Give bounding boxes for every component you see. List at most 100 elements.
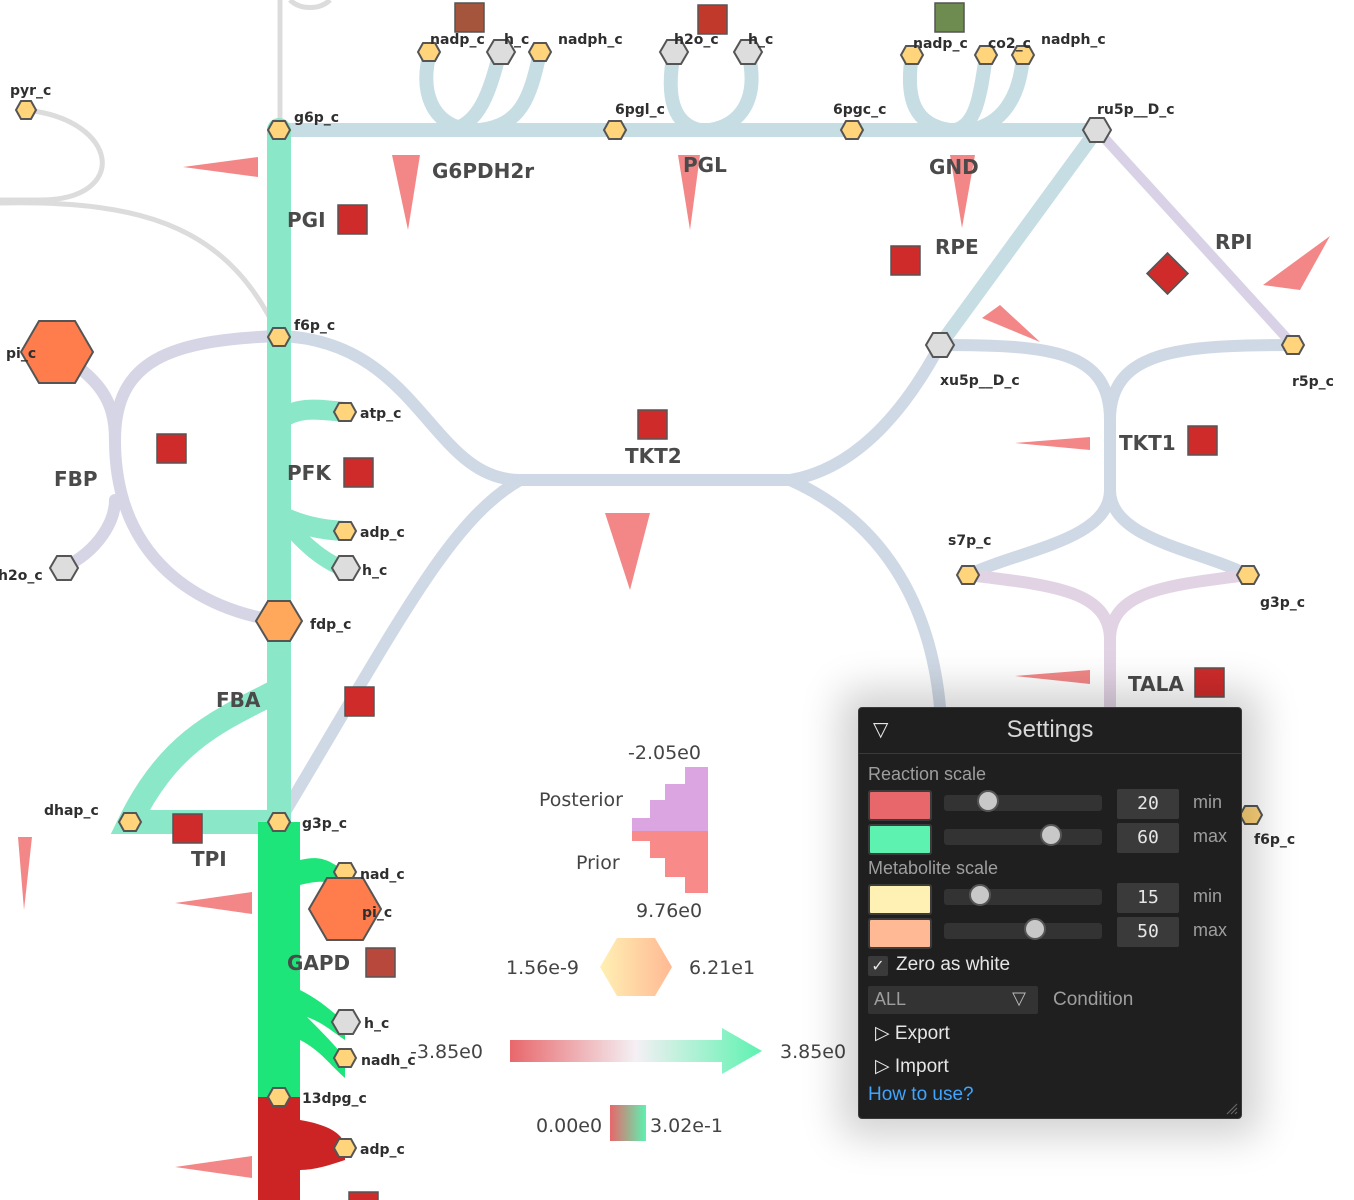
node-pyr_c[interactable] [14,100,38,120]
legend-hist-bottom: 9.76e0 [636,900,702,922]
metabolite-min-slider-knob[interactable] [968,884,991,906]
marker-RPE[interactable] [890,245,921,276]
legend-cv-bar [610,1105,646,1141]
marker-RPI[interactable] [1145,251,1190,296]
label-FBA[interactable]: FBA [216,688,261,712]
node-h2o_c[interactable] [48,555,80,581]
legend-cv-min: 0.00e0 [536,1115,602,1137]
label-GND[interactable]: GND [929,155,979,179]
metabolite-max-slider[interactable] [944,918,1102,940]
marker-TKT1[interactable] [1187,425,1218,456]
node-g3p_c_right[interactable] [1235,565,1261,585]
node-atp_c[interactable] [332,402,358,422]
node-fdp_c[interactable] [254,600,304,642]
condition-label: Condition [1053,989,1134,1010]
metabolite-min-color-swatch[interactable] [868,884,932,915]
reaction-min-slider-knob[interactable] [976,790,999,812]
node-g6p_c[interactable] [266,120,292,140]
marker-G6PDH2r[interactable] [454,2,485,33]
node-adp_c[interactable] [332,521,358,541]
reaction-min-color-swatch[interactable] [868,790,932,821]
reaction-min-row: 20 min [867,788,1237,822]
metabolite-max-slider-knob[interactable] [1024,918,1046,940]
reaction-min-slider[interactable] [944,790,1102,812]
label-co2_c: co2_c [988,36,1031,52]
marker-PFK[interactable] [343,457,374,488]
node-6pgc_c[interactable] [839,120,865,140]
import-tree-node[interactable]: ▷ Import [875,1055,949,1078]
label-g3p_c_right: g3p_c [1260,595,1305,611]
label-pyr_c: pyr_c [10,83,51,99]
settings-title: Settings [1006,716,1094,743]
checkmark-icon[interactable]: ✓ [868,956,888,976]
label-TKT1[interactable]: TKT1 [1119,431,1176,455]
reaction-min-label: min [1193,792,1223,812]
marker-TKT2[interactable] [637,409,668,440]
marker-GAPD[interactable] [365,947,396,978]
label-r5p_c: r5p_c [1292,374,1334,390]
edge-RPI [1093,126,1297,349]
label-RPI[interactable]: RPI [1215,230,1253,254]
resize-grip-icon[interactable] [1224,1101,1238,1115]
legend-flux-max: 3.85e0 [780,1041,846,1063]
label-PFK[interactable]: PFK [287,461,332,485]
export-label: Export [894,1023,950,1044]
label-PGL[interactable]: PGL [683,153,727,177]
node-g3p_c[interactable] [266,812,292,832]
legend-posterior-histogram [632,767,708,831]
label-h_c_2: h_c [748,32,773,48]
legend-cv-max: 3.02e-1 [650,1115,723,1137]
label-13dpg_c: 13dpg_c [302,1091,367,1107]
label-TALA[interactable]: TALA [1128,672,1184,696]
node-ru5p__D_c[interactable] [1081,117,1113,143]
marker-FBP[interactable] [156,433,187,464]
reaction-max-color-swatch[interactable] [868,824,932,855]
marker-PGI[interactable] [337,204,368,235]
metabolite-max-color-swatch[interactable] [868,918,932,949]
how-to-use-link[interactable]: How to use? [868,1084,974,1106]
reaction-min-input[interactable]: 20 [1117,789,1179,819]
label-RPE[interactable]: RPE [935,235,979,259]
legend-prior-label: Prior [576,852,620,874]
dropdown-arrow-icon[interactable]: ▽ [1012,988,1026,1009]
label-FBP[interactable]: FBP [54,467,98,491]
node-nadh_c[interactable] [332,1048,358,1068]
node-s7p_c[interactable] [955,565,981,585]
node-dhap_c[interactable] [117,812,143,832]
node-6pgl_c[interactable] [602,120,628,140]
node-h_c[interactable] [330,555,362,581]
metabolite-max-row: 50 max [867,916,1237,950]
reaction-max-slider[interactable] [944,824,1102,846]
export-tree-node[interactable]: ▷ Export [875,1022,950,1045]
node-f6p_c[interactable] [266,327,292,347]
metabolite-max-input[interactable]: 50 [1117,917,1179,947]
node-f6p_c_right[interactable] [1238,805,1264,825]
marker-PGL[interactable] [697,4,728,35]
metabolite-min-slider[interactable] [944,884,1102,906]
node-adp_c_pgk[interactable] [332,1138,358,1158]
node-xu5p__D_c[interactable] [924,332,956,358]
condition-dropdown[interactable]: ALL ▽ [868,986,1038,1014]
label-TKT2[interactable]: TKT2 [625,444,682,468]
settings-titlebar[interactable]: ▽ Settings [859,708,1241,754]
marker-TPI[interactable] [172,813,203,844]
condition-selected-value: ALL [874,989,907,1009]
reaction-max-slider-knob[interactable] [1039,824,1062,846]
settings-panel[interactable]: ▽ Settings Reaction scale 20 min 60 max … [858,707,1242,1119]
label-G6PDH2r[interactable]: G6PDH2r [432,159,534,183]
node-h_c_gapd[interactable] [330,1009,362,1035]
node-13dpg_c[interactable] [266,1087,292,1107]
node-r5p_c[interactable] [1280,335,1306,355]
reaction-max-input[interactable]: 60 [1117,823,1179,853]
marker-FBA[interactable] [344,686,375,717]
node-nadph_c_1[interactable] [527,42,553,62]
marker-GND[interactable] [934,2,965,33]
marker-PGK[interactable] [348,1191,379,1200]
label-GAPD[interactable]: GAPD [287,951,350,975]
label-h_c_1: h_c [504,32,529,48]
label-PGI[interactable]: PGI [287,208,326,232]
metabolite-min-input[interactable]: 15 [1117,883,1179,913]
marker-TALA[interactable] [1194,667,1225,698]
label-TPI[interactable]: TPI [191,847,227,871]
label-xu5p__D_c: xu5p__D_c [940,373,1020,389]
